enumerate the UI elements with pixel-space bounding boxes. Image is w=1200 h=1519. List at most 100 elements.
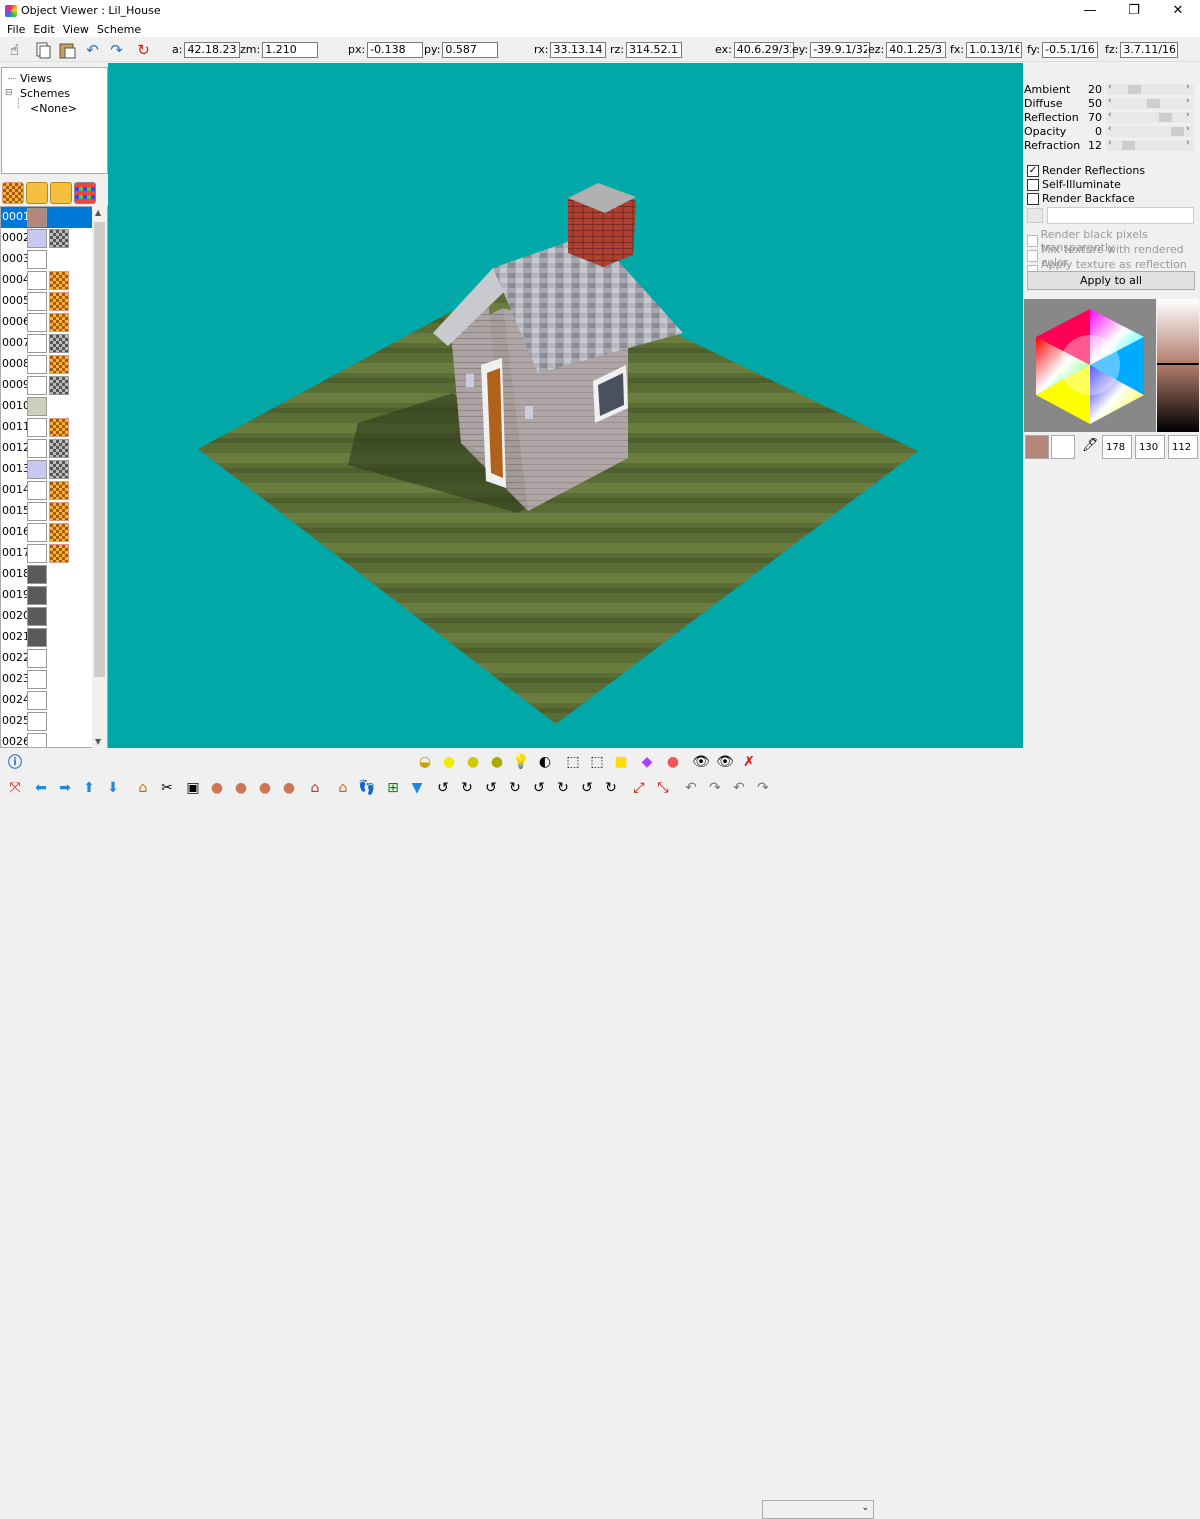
- material-color-swatch[interactable]: [27, 334, 47, 353]
- rotate-2-icon[interactable]: ↻: [456, 777, 478, 799]
- head-front-icon[interactable]: ●: [206, 777, 228, 799]
- palette-icon[interactable]: [74, 182, 96, 204]
- open-folder-icon[interactable]: [26, 182, 48, 204]
- brightness-strip[interactable]: [1157, 299, 1199, 432]
- material-color-swatch[interactable]: [27, 355, 47, 374]
- copy-icon[interactable]: [32, 39, 53, 60]
- self-illuminate-checkbox[interactable]: [1027, 178, 1039, 191]
- slider-track[interactable]: [1106, 84, 1194, 95]
- material-color-swatch[interactable]: [27, 691, 47, 710]
- slider-track[interactable]: [1106, 112, 1194, 123]
- material-color-swatch[interactable]: [27, 586, 47, 605]
- material-color-swatch[interactable]: [27, 649, 47, 668]
- light-ball-icon[interactable]: ●: [462, 751, 484, 773]
- material-color-swatch[interactable]: [27, 544, 47, 563]
- rotate-7-icon[interactable]: ↺: [576, 777, 598, 799]
- scissors-icon[interactable]: ✂: [156, 777, 178, 799]
- footprints-icon[interactable]: 👣: [356, 777, 378, 799]
- material-color-swatch[interactable]: [27, 712, 47, 731]
- material-color-swatch[interactable]: [27, 481, 47, 500]
- material-color-swatch[interactable]: [27, 418, 47, 437]
- material-texture-swatch[interactable]: [49, 292, 69, 311]
- light-dark-icon[interactable]: ●: [486, 751, 508, 773]
- scheme-dropdown[interactable]: ⌄: [762, 1500, 874, 1519]
- orbit-2-icon[interactable]: ↷: [704, 777, 726, 799]
- material-texture-swatch[interactable]: [49, 229, 69, 248]
- texture-icon[interactable]: [2, 182, 24, 204]
- material-texture-swatch[interactable]: [49, 418, 69, 437]
- self-illuminate-row[interactable]: Self-Illuminate: [1027, 178, 1121, 191]
- material-texture-swatch[interactable]: [49, 439, 69, 458]
- menu-edit[interactable]: Edit: [29, 23, 58, 36]
- render-backface-row[interactable]: Render Backface: [1027, 192, 1135, 205]
- material-color-swatch[interactable]: [27, 670, 47, 689]
- slider-left-arrow-icon[interactable]: ‹: [1108, 138, 1112, 148]
- sphere-icon[interactable]: ●: [662, 751, 684, 773]
- zoom-down-icon[interactable]: ▼: [406, 777, 428, 799]
- slider-thumb[interactable]: [1159, 113, 1173, 122]
- head-top-icon[interactable]: ●: [278, 777, 300, 799]
- menu-view[interactable]: View: [59, 23, 93, 36]
- field-a-input[interactable]: [184, 41, 241, 58]
- material-texture-swatch[interactable]: [49, 523, 69, 542]
- rotate-8-icon[interactable]: ↻: [600, 777, 622, 799]
- head-side-icon[interactable]: ●: [230, 777, 252, 799]
- restore-button[interactable]: ❐: [1112, 0, 1156, 21]
- material-color-swatch[interactable]: [27, 271, 47, 290]
- frame-icon[interactable]: ▣: [182, 777, 204, 799]
- delete-x-icon[interactable]: ✗: [738, 751, 760, 773]
- material-color-swatch[interactable]: [27, 565, 47, 584]
- slider-left-arrow-icon[interactable]: ‹: [1108, 110, 1112, 120]
- home-icon[interactable]: ⌂: [132, 777, 154, 799]
- texture-path-input[interactable]: [1047, 207, 1194, 224]
- render-reflections-checkbox[interactable]: ✓: [1027, 164, 1039, 177]
- material-texture-swatch[interactable]: [49, 334, 69, 353]
- render-backface-checkbox[interactable]: [1027, 192, 1039, 205]
- light-half-icon[interactable]: ◒: [414, 751, 436, 773]
- field-ey-input[interactable]: [810, 41, 871, 58]
- light-full-icon[interactable]: ●: [438, 751, 460, 773]
- rainbow-cube-icon[interactable]: ◆: [636, 751, 658, 773]
- move-diag-1-icon[interactable]: ⤢: [628, 777, 650, 799]
- slider-thumb[interactable]: [1128, 85, 1142, 94]
- slider-right-arrow-icon[interactable]: ›: [1186, 138, 1190, 148]
- wireframe-cube-icon[interactable]: ⬚: [562, 751, 584, 773]
- fit-view-icon[interactable]: ⤧: [4, 777, 26, 799]
- material-texture-swatch[interactable]: [49, 460, 69, 479]
- material-texture-swatch[interactable]: [49, 313, 69, 332]
- field-fz-input[interactable]: [1120, 41, 1179, 58]
- field-px-input[interactable]: [367, 41, 424, 58]
- expand-minus-icon[interactable]: ⊟: [5, 88, 13, 98]
- material-color-swatch[interactable]: [27, 607, 47, 626]
- slider-thumb[interactable]: [1147, 99, 1160, 108]
- texture-browse-button[interactable]: [1027, 208, 1043, 223]
- slider-left-arrow-icon[interactable]: ‹: [1108, 124, 1112, 134]
- field-fx-input[interactable]: [966, 41, 1023, 58]
- redo-icon[interactable]: ↷: [106, 39, 127, 60]
- field-fy-input[interactable]: [1042, 41, 1099, 58]
- menu-scheme[interactable]: Scheme: [93, 23, 145, 36]
- slider-track[interactable]: [1106, 140, 1194, 151]
- slider-left-arrow-icon[interactable]: ‹: [1108, 82, 1112, 92]
- undo-icon[interactable]: ↶: [82, 39, 103, 60]
- field-zm-input[interactable]: [262, 41, 319, 58]
- orbit-1-icon[interactable]: ↶: [680, 777, 702, 799]
- material-texture-swatch[interactable]: [49, 502, 69, 521]
- field-ez-input[interactable]: [886, 41, 947, 58]
- zoom-in-icon[interactable]: ⊞: [382, 777, 404, 799]
- eyedropper-icon[interactable]: 🖊: [1082, 438, 1099, 453]
- eye-closed-icon[interactable]: 👁: [714, 751, 736, 773]
- rotate-3-icon[interactable]: ↺: [480, 777, 502, 799]
- scroll-down-icon[interactable]: ▼: [95, 737, 101, 746]
- field-rz-input[interactable]: [626, 41, 683, 58]
- rotate-5-icon[interactable]: ↺: [528, 777, 550, 799]
- material-color-swatch[interactable]: [27, 229, 47, 248]
- moon-icon[interactable]: ◐: [534, 751, 556, 773]
- material-color-swatch[interactable]: [27, 733, 47, 747]
- 3d-viewport[interactable]: [108, 63, 1023, 748]
- close-button[interactable]: ✕: [1156, 0, 1200, 21]
- scroll-thumb[interactable]: [94, 222, 105, 677]
- render-reflections-row[interactable]: ✓ Render Reflections: [1027, 164, 1145, 177]
- green-value-input[interactable]: 130: [1135, 435, 1165, 459]
- slider-thumb[interactable]: [1170, 127, 1184, 136]
